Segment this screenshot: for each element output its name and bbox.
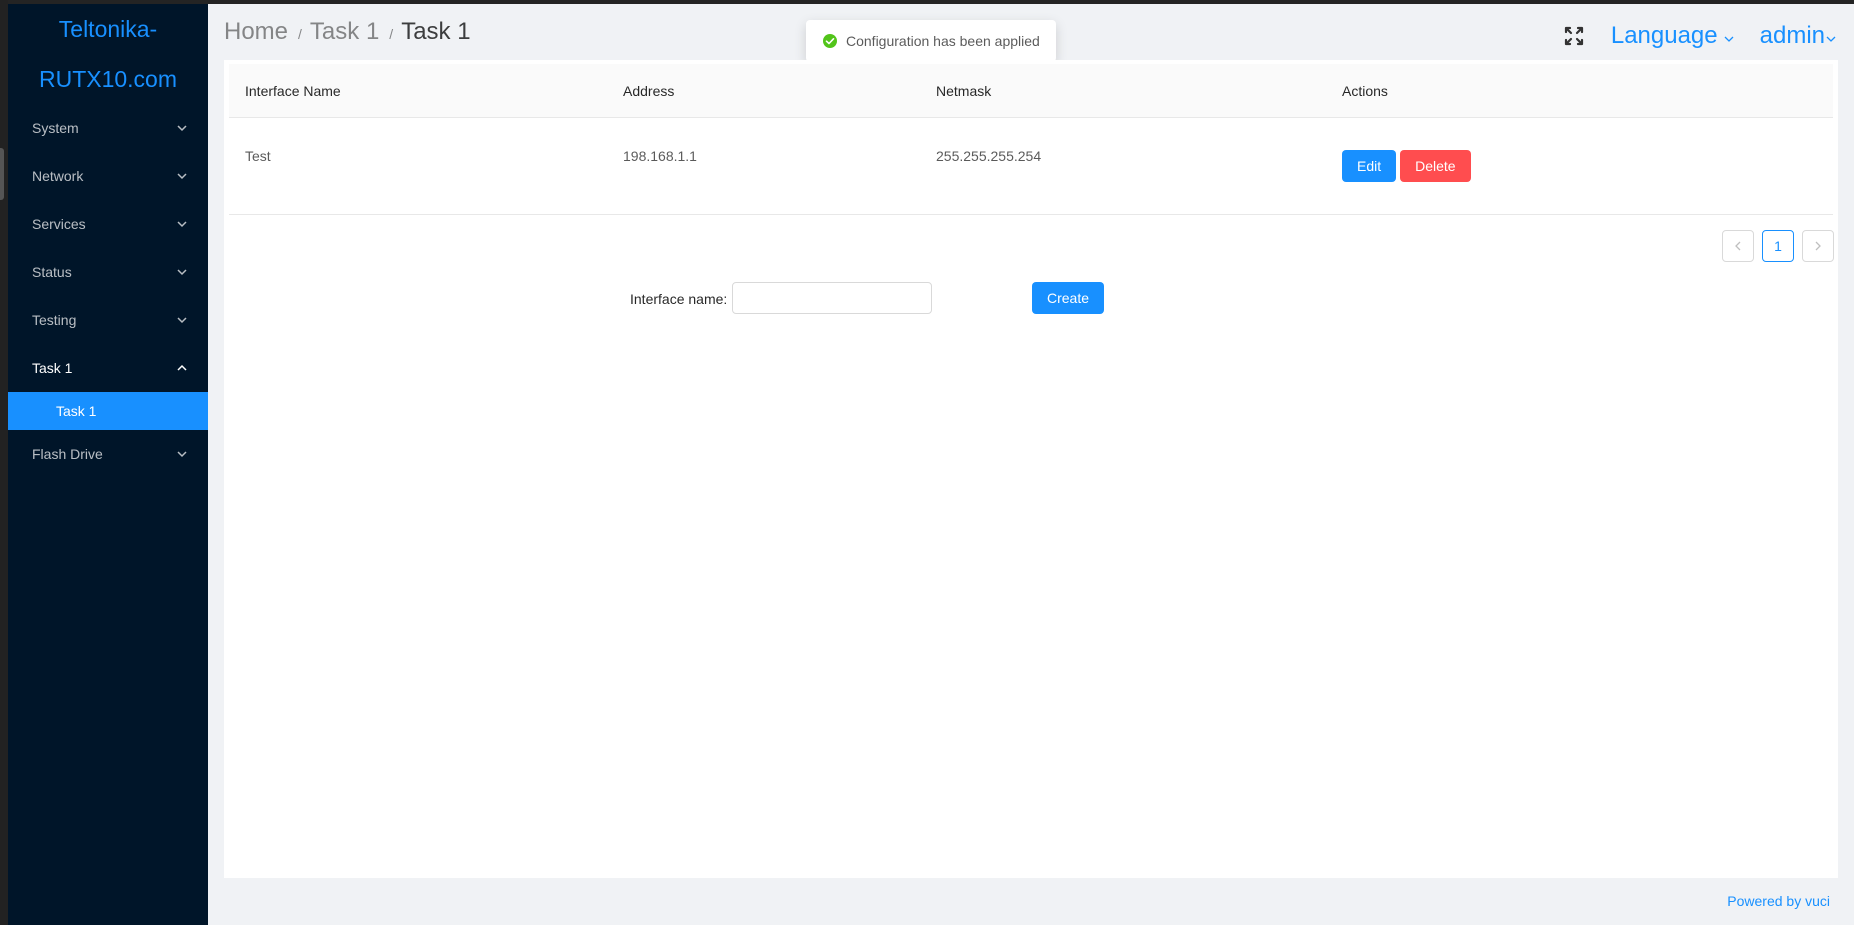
sidebar-item-task1[interactable]: Task 1: [8, 344, 208, 392]
cell-address: 198.168.1.1: [623, 148, 697, 164]
chevron-down-icon: [176, 200, 188, 248]
sidebar-item-label: Testing: [32, 312, 77, 328]
sidebar-item-label: Services: [32, 216, 86, 232]
app-window: Teltonika- RUTX10.com System Network Ser…: [0, 0, 1854, 925]
chevron-down-icon: [176, 296, 188, 344]
sidebar-item-label: Flash Drive: [32, 446, 103, 462]
sidebar-item-testing[interactable]: Testing: [8, 296, 208, 344]
chevron-left-icon: [1735, 241, 1741, 251]
cell-actions: Edit Delete: [1342, 150, 1471, 182]
content-card: Interface Name Address Netmask Actions T…: [224, 60, 1838, 878]
main-area: Home / Task 1 / Task 1 Language admin Conf…: [208, 4, 1854, 925]
breadcrumb-separator: /: [298, 26, 302, 42]
create-button[interactable]: Create: [1032, 282, 1105, 314]
sidebar-item-label: Task 1: [32, 360, 73, 376]
sidebar-item-status[interactable]: Status: [8, 248, 208, 296]
sidebar-item-label: Status: [32, 264, 72, 280]
cell-netmask: 255.255.255.254: [936, 148, 1042, 164]
language-label: Language: [1610, 22, 1718, 49]
sidebar-subitem-label: Task 1: [56, 403, 97, 419]
sidebar-item-services[interactable]: Services: [8, 200, 208, 248]
column-header-actions: Actions: [1342, 83, 1388, 99]
chevron-down-icon: [1724, 36, 1734, 42]
chevron-down-icon: [176, 248, 188, 296]
prev-page-button[interactable]: [1722, 230, 1754, 262]
next-page-button[interactable]: [1802, 230, 1834, 262]
chevron-down-icon: [176, 152, 188, 200]
user-label: admin: [1759, 22, 1825, 49]
toast-message: Configuration has been applied: [846, 33, 1040, 49]
brand-line-2: RUTX10.com: [38, 66, 178, 92]
sidebar-item-flash-drive[interactable]: Flash Drive: [8, 430, 208, 478]
sidebar: Teltonika- RUTX10.com System Network Ser…: [8, 4, 208, 925]
chevron-right-icon: [1815, 241, 1821, 251]
left-border: [0, 0, 8, 925]
table-header: Interface Name Address Netmask Actions: [229, 64, 1833, 118]
pagination: 1: [1714, 230, 1834, 262]
interface-name-label: Interface name:: [630, 291, 728, 307]
edit-button[interactable]: Edit: [1342, 150, 1397, 182]
sidebar-subitem-task1[interactable]: Task 1: [8, 392, 208, 430]
column-header-netmask: Netmask: [936, 83, 992, 99]
cell-interface-name: Test: [245, 148, 271, 164]
success-toast: Configuration has been applied: [806, 20, 1056, 62]
breadcrumb-home[interactable]: Home: [224, 18, 288, 45]
sidebar-item-label: System: [32, 120, 79, 136]
page-number-button[interactable]: 1: [1762, 230, 1794, 262]
delete-button[interactable]: Delete: [1400, 150, 1471, 182]
window-edge-handle: [0, 148, 4, 200]
check-circle-icon: [823, 34, 837, 48]
chevron-up-icon: [176, 344, 188, 392]
column-header-address: Address: [623, 83, 675, 99]
column-header-interface-name: Interface Name: [245, 83, 341, 99]
fullscreen-icon[interactable]: [1563, 25, 1585, 47]
breadcrumb-task1[interactable]: Task 1: [310, 18, 379, 45]
interfaces-table: Interface Name Address Netmask Actions T…: [229, 64, 1833, 215]
table-row: Test 198.168.1.1 255.255.255.254 Edit De…: [229, 118, 1833, 215]
sidebar-item-network[interactable]: Network: [8, 152, 208, 200]
brand-line-1: Teltonika-: [58, 16, 158, 42]
header-actions: Language admin: [1563, 18, 1836, 54]
chevron-down-icon: [1826, 36, 1836, 42]
sidebar-item-label: Network: [32, 168, 84, 184]
user-dropdown[interactable]: admin: [1760, 22, 1836, 50]
brand-logo[interactable]: Teltonika- RUTX10.com: [8, 4, 208, 104]
footer-credit[interactable]: Powered by vuci: [1727, 893, 1830, 909]
chevron-down-icon: [176, 104, 188, 152]
breadcrumb: Home / Task 1 / Task 1: [224, 18, 471, 46]
breadcrumb-current: Task 1: [401, 18, 471, 45]
chevron-down-icon: [176, 430, 188, 478]
sidebar-item-system[interactable]: System: [8, 104, 208, 152]
language-dropdown[interactable]: Language: [1611, 22, 1734, 50]
interface-name-input[interactable]: [732, 282, 932, 314]
breadcrumb-separator: /: [389, 26, 394, 42]
